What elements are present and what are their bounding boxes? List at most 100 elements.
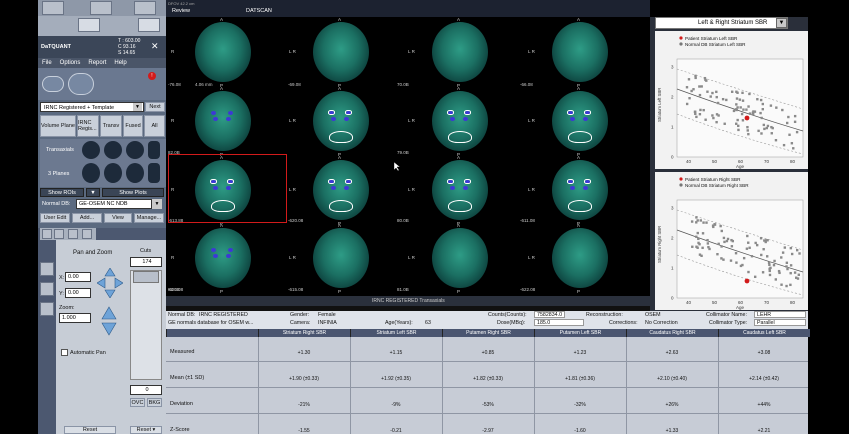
chevron-down-icon[interactable]: ▼	[133, 103, 142, 111]
plot-selector[interactable]: Left & Right Striatum SBR	[655, 17, 788, 29]
slice-coordinate: -76.08	[168, 82, 181, 87]
slice-image[interactable]	[195, 91, 251, 151]
normal-db-select[interactable]: GE-OSEM NC NDB	[76, 199, 152, 209]
slice-image[interactable]	[552, 22, 608, 82]
automatic-pan-checkbox[interactable]	[61, 349, 68, 356]
table-cell: +26%	[665, 402, 679, 408]
view-button[interactable]: View	[104, 213, 132, 223]
bkg-button[interactable]: BKG	[147, 398, 162, 407]
grid-icon[interactable]	[82, 229, 92, 239]
slice-image[interactable]	[432, 22, 488, 82]
tool-button-4[interactable]	[78, 18, 100, 32]
plane-thumb-1[interactable]	[82, 163, 100, 183]
slice-image[interactable]	[432, 228, 488, 288]
close-icon[interactable]: ✕	[151, 41, 159, 52]
reset-button[interactable]: Reset	[64, 426, 116, 434]
dose-input[interactable]: 185.0	[534, 319, 584, 326]
layout-icon[interactable]	[54, 229, 64, 239]
stack-icon[interactable]	[40, 302, 54, 316]
back-nav-button[interactable]	[42, 76, 64, 92]
occipital-roi[interactable]	[329, 200, 353, 212]
striatum-roi[interactable]	[345, 110, 352, 115]
show-plots-button[interactable]: Show Plots	[102, 188, 164, 197]
x-input[interactable]: 0.00	[65, 272, 91, 282]
rois-dropdown-icon[interactable]: ▼	[86, 188, 100, 197]
striatum-roi[interactable]	[447, 179, 454, 184]
show-rois-button[interactable]: Show ROIs	[40, 188, 84, 197]
tab-irnc-registered[interactable]: IRNC Regis...	[77, 115, 99, 137]
plane-thumb-4[interactable]	[148, 163, 160, 183]
zoom-input[interactable]: 1.000	[59, 313, 91, 323]
cuts-input[interactable]: 174	[130, 257, 162, 267]
reset-cuts-button[interactable]: Reset ▾	[130, 426, 162, 434]
transaxial-thumb-1[interactable]	[82, 141, 100, 159]
menu-file[interactable]: File	[42, 60, 52, 66]
slice-image[interactable]	[313, 22, 369, 82]
home-nav-button[interactable]	[68, 73, 94, 95]
legend-marker	[679, 36, 683, 40]
transaxial-thumb-3[interactable]	[126, 141, 144, 159]
user-edit-button[interactable]: User Edit	[40, 213, 70, 223]
transaxial-thumb-2[interactable]	[104, 141, 122, 159]
ovc-button[interactable]: OVC	[130, 398, 145, 407]
striatum-roi[interactable]	[567, 179, 574, 184]
occipital-roi[interactable]	[448, 200, 472, 212]
striatum-roi[interactable]	[584, 179, 591, 184]
protocol-select[interactable]: IRNC Registered + Template	[40, 102, 144, 112]
tab-datscan[interactable]: DATSCAN	[246, 8, 272, 14]
pan-arrows[interactable]	[96, 267, 124, 299]
striatum-uptake	[570, 117, 575, 121]
menu-help[interactable]: Help	[114, 60, 126, 66]
transaxial-thumb-4[interactable]	[148, 141, 160, 159]
manage-button[interactable]: Manage...	[134, 213, 164, 223]
tab-all[interactable]: All	[144, 115, 165, 137]
table-cell: +1.92 (±0.35)	[381, 376, 411, 382]
striatum-roi[interactable]	[464, 110, 471, 115]
pen-icon[interactable]	[40, 282, 54, 296]
window-icon[interactable]	[40, 262, 54, 276]
pointer-icon[interactable]	[42, 229, 52, 239]
menu-options[interactable]: Options	[60, 60, 81, 66]
tab-transv[interactable]: Transv	[100, 115, 122, 137]
tool-button-5[interactable]	[138, 18, 160, 32]
tab-fused[interactable]: Fused	[123, 115, 143, 137]
striatum-roi[interactable]	[584, 110, 591, 115]
normal-db-point	[790, 252, 794, 256]
slice-image[interactable]	[552, 228, 608, 288]
slice-image[interactable]	[195, 228, 251, 288]
tool-button-3[interactable]	[134, 1, 156, 15]
occipital-roi[interactable]	[329, 131, 353, 143]
tab-volume-plane[interactable]: Volume Plane	[40, 115, 76, 137]
menu-report[interactable]: Report	[88, 60, 106, 66]
tool-button-2[interactable]	[90, 1, 112, 15]
selected-slice-frame[interactable]	[168, 154, 287, 223]
orientation-anterior: A	[457, 86, 461, 91]
striatum-roi[interactable]	[328, 110, 335, 115]
cuts-slider[interactable]	[130, 270, 162, 380]
alert-icon[interactable]: !	[148, 72, 156, 80]
next-button[interactable]: Next	[145, 102, 165, 112]
slider-thumb[interactable]	[133, 271, 159, 283]
slice-image[interactable]	[313, 228, 369, 288]
tool-button-1[interactable]	[42, 1, 64, 15]
plane-thumb-2[interactable]	[104, 163, 122, 183]
occipital-roi[interactable]	[568, 131, 592, 143]
striatum-roi[interactable]	[345, 179, 352, 184]
striatum-roi[interactable]	[567, 110, 574, 115]
zoom-arrows[interactable]	[101, 305, 117, 337]
occipital-roi[interactable]	[568, 200, 592, 212]
normal-db-point	[789, 264, 793, 267]
add-button[interactable]: Add...	[72, 213, 102, 223]
chevron-down-icon[interactable]: ▼	[776, 18, 787, 28]
tab-review[interactable]: Review	[172, 8, 190, 14]
striatum-roi[interactable]	[464, 179, 471, 184]
striatum-roi[interactable]	[328, 179, 335, 184]
plane-thumb-3[interactable]	[126, 163, 144, 183]
occipital-roi[interactable]	[448, 131, 472, 143]
move-icon[interactable]	[68, 229, 78, 239]
y-input[interactable]: 0.00	[65, 288, 91, 298]
slice-image[interactable]	[195, 22, 251, 82]
chevron-down-icon[interactable]: ▼	[152, 199, 162, 209]
normal-db-point	[735, 122, 738, 125]
striatum-roi[interactable]	[447, 110, 454, 115]
